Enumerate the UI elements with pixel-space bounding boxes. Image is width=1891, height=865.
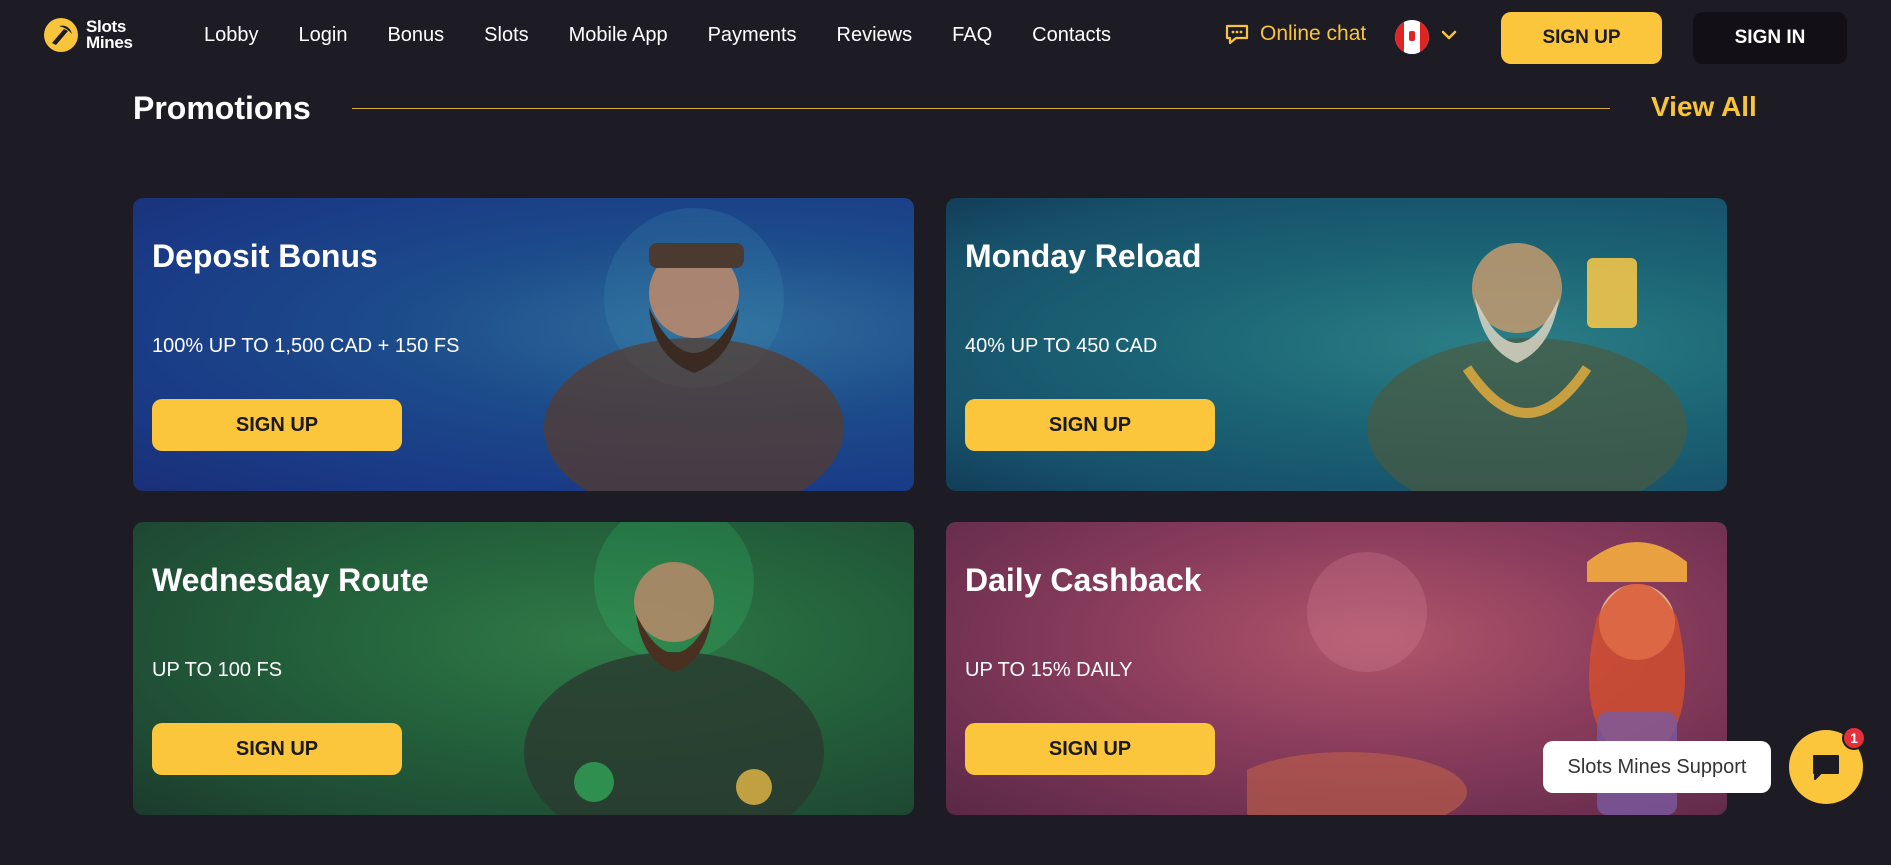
chat-icon — [1813, 755, 1839, 780]
notification-badge: 1 — [1842, 726, 1866, 750]
pickaxe-logo-icon — [44, 18, 78, 52]
dwarf-gold-illustration — [1367, 243, 1687, 491]
nav-login[interactable]: Login — [299, 24, 348, 47]
logo-line2: Mines — [86, 33, 133, 52]
online-chat-label: Online chat — [1260, 22, 1367, 45]
logo[interactable]: Slots Mines — [42, 16, 133, 54]
promo-title: Daily Cashback — [965, 562, 1202, 598]
nav-slots[interactable]: Slots — [484, 24, 528, 47]
promo-signup-button[interactable]: SIGN UP — [965, 399, 1215, 451]
top-header: Slots Mines Lobby Login Bonus Slots Mobi… — [0, 0, 1891, 74]
online-chat-link[interactable]: Online chat — [1224, 22, 1366, 46]
promo-card-monday-reload[interactable]: Monday Reload 40% UP TO 450 CAD SIGN UP — [946, 198, 1727, 491]
promo-description: UP TO 15% DAILY — [965, 659, 1133, 681]
miner-illustration — [544, 208, 844, 491]
promo-signup-button[interactable]: SIGN UP — [152, 723, 402, 775]
nav-bonus[interactable]: Bonus — [387, 24, 444, 47]
view-all-link[interactable]: View All — [1651, 91, 1757, 123]
promo-card-wednesday-route[interactable]: Wednesday Route UP TO 100 FS SIGN UP — [133, 522, 914, 815]
section-divider — [352, 108, 1610, 109]
main-nav: Lobby Login Bonus Slots Mobile App Payme… — [204, 24, 1151, 47]
nav-lobby[interactable]: Lobby — [204, 24, 259, 47]
logo-text: Slots Mines — [86, 18, 133, 52]
support-tooltip[interactable]: Slots Mines Support — [1543, 741, 1771, 793]
promo-signup-button[interactable]: SIGN UP — [965, 723, 1215, 775]
chat-bubble-icon — [1225, 24, 1249, 45]
flag-canada-icon[interactable] — [1395, 20, 1429, 54]
nav-mobile-app[interactable]: Mobile App — [569, 24, 668, 47]
promo-title: Wednesday Route — [152, 562, 429, 598]
chevron-down-icon[interactable] — [1440, 26, 1458, 44]
header-signup-button[interactable]: SIGN UP — [1501, 12, 1662, 64]
nav-reviews[interactable]: Reviews — [837, 24, 913, 47]
section-title: Promotions — [133, 90, 311, 126]
armored-dwarf-illustration — [524, 522, 824, 815]
promo-signup-button[interactable]: SIGN UP — [152, 399, 402, 451]
promo-description: UP TO 100 FS — [152, 659, 283, 681]
promo-title: Deposit Bonus — [152, 238, 378, 274]
nav-contacts[interactable]: Contacts — [1032, 24, 1111, 47]
header-signin-button[interactable]: SIGN IN — [1693, 12, 1847, 64]
promo-description: 100% UP TO 1,500 CAD + 150 FS — [152, 335, 460, 357]
promo-description: 40% UP TO 450 CAD — [965, 335, 1158, 357]
nav-payments[interactable]: Payments — [708, 24, 797, 47]
promo-card-deposit-bonus[interactable]: Deposit Bonus 100% UP TO 1,500 CAD + 150… — [133, 198, 914, 491]
nav-faq[interactable]: FAQ — [952, 24, 992, 47]
promo-title: Monday Reload — [965, 238, 1202, 274]
